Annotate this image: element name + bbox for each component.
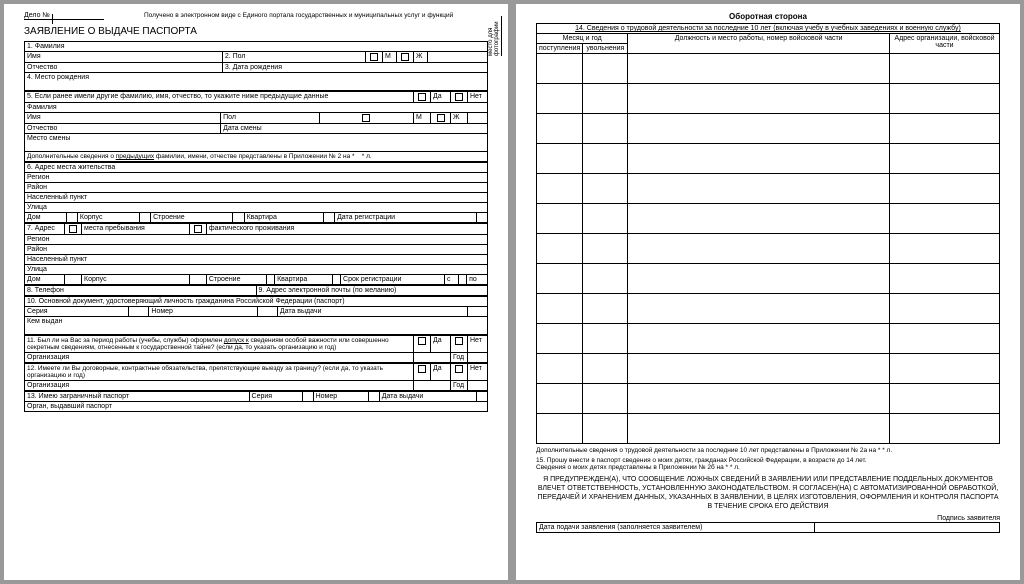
form-title: ЗАЯВЛЕНИЕ О ВЫДАЧЕ ПАСПОРТА — [24, 26, 488, 37]
addr6-datereg-label: Дата регистрации — [335, 213, 477, 223]
addr6-rayon[interactable]: Район — [25, 183, 488, 193]
addr6-kv[interactable] — [323, 213, 334, 223]
addr7-street[interactable]: Улица — [25, 265, 488, 275]
sec11-label: 11. Был ли на Вас за период работы (учеб… — [25, 336, 414, 353]
col-monthyear: Месяц и год — [537, 34, 628, 44]
eportal-note: Получено в электронном виде с Единого по… — [144, 12, 453, 20]
prev-sex-label: Пол — [221, 113, 320, 124]
page-1-front: место для фотографии Дело № Получено в э… — [4, 4, 508, 580]
sec12-label: 12. Имеете ли Вы договорные, контрактные… — [25, 364, 414, 381]
addr7-rayon[interactable]: Район — [25, 245, 488, 255]
sex-m-checkbox[interactable] — [366, 52, 383, 63]
field-birthplace[interactable]: 4. Место рождения — [25, 73, 488, 91]
sex-f-checkbox[interactable] — [397, 52, 414, 63]
email-label[interactable]: 9. Адрес электронной почты (по желанию) — [256, 286, 488, 296]
section-11: 11. Был ли на Вас за период работы (учеб… — [24, 335, 488, 363]
warning-declaration: Я ПРЕДУПРЕЖДЕН(А), ЧТО СООБЩЕНИЕ ЛОЖНЫХ … — [536, 475, 1000, 511]
section-5-table: 5. Если ранее имели другие фамилию, имя,… — [24, 91, 488, 162]
prev-sex-m-label: М — [414, 113, 431, 124]
issuing-organ[interactable]: Орган, выдавший паспорт — [25, 402, 488, 412]
sec14-label: 14. Сведения о трудовой деятельности за … — [537, 24, 1000, 34]
sec7-stay-box[interactable] — [65, 224, 82, 235]
sex-m-label: М — [383, 52, 397, 63]
page-2-back: Оборотная сторона 14. Сведения о трудово… — [516, 4, 1020, 580]
date-sub-label: Дата подачи заявления (заполняется заяви… — [537, 523, 815, 533]
addr7-town[interactable]: Населенный пункт — [25, 255, 488, 265]
sec15b-label: Сведения о моих детях представлены в При… — [536, 464, 1000, 471]
section-8-9: 8. Телефон 9. Адрес электронной почты (п… — [24, 285, 488, 296]
field-surname[interactable]: 1. Фамилия — [25, 42, 488, 52]
signature-label: Подпись заявителя — [536, 515, 1000, 522]
field-dob[interactable]: 3. Дата рождения — [222, 63, 487, 73]
field-firstname[interactable]: Имя — [25, 52, 223, 63]
prev-patronymic[interactable]: Отчество — [25, 124, 221, 134]
text-cursor — [52, 14, 53, 24]
sec5-extra: Дополнительные сведения о предыдущих фам… — [25, 152, 488, 162]
col-start: поступления — [537, 44, 583, 54]
sec15-label: 15. Прошу внести в паспорт сведения о мо… — [536, 457, 1000, 464]
sec7-actual-label: фактического проживания — [206, 224, 487, 235]
section-13: 13. Имею заграничный паспорт Серия Номер… — [24, 391, 488, 412]
section-12: 12. Имеете ли Вы договорные, контрактные… — [24, 363, 488, 391]
prev-sex-f-box[interactable] — [431, 113, 451, 124]
addr6-region[interactable]: Регион — [25, 173, 488, 183]
issued-by[interactable]: Кем выдан — [25, 317, 488, 335]
prev-surname[interactable]: Фамилия — [25, 103, 488, 113]
prev-sex-f-label: Ж — [451, 113, 468, 124]
srok-label: Срок регистрации — [341, 275, 445, 285]
field-patronymic[interactable]: Отчество — [25, 63, 223, 73]
addr6-street[interactable]: Улица — [25, 203, 488, 213]
addr6-str[interactable] — [233, 213, 244, 223]
sec5-no-box[interactable] — [451, 92, 468, 103]
sec5-no-label: Нет — [468, 92, 488, 103]
addr6-korp-label: Корпус — [77, 213, 139, 223]
sec10-label: 10. Основной документ, удостоверяющий ли… — [25, 297, 488, 307]
prev-name[interactable]: Имя — [25, 113, 221, 124]
prev-sex-m-box[interactable] — [319, 113, 413, 124]
addr6-town[interactable]: Населенный пункт — [25, 193, 488, 203]
sec14-extra: Дополнительные сведения о трудовой деяте… — [536, 447, 1000, 454]
date-changed[interactable]: Дата смены — [221, 124, 488, 134]
sex-f-label: Ж — [414, 52, 428, 63]
addr6-korp[interactable] — [139, 213, 150, 223]
col-address: Адрес организации, войсковой части — [890, 34, 1000, 54]
phone-label[interactable]: 8. Телефон — [25, 286, 257, 296]
addr6-str-label: Строение — [151, 213, 233, 223]
section-7-address: 7. Адрес места пребывания фактического п… — [24, 223, 488, 285]
sec5-yes-label: Да — [431, 92, 451, 103]
col-end: увольнения — [583, 44, 628, 54]
submission-date: Дата подачи заявления (заполняется заяви… — [536, 522, 1000, 533]
sec5-yes-box[interactable] — [414, 92, 431, 103]
main-form-table: 1. Фамилия Имя 2. Пол М Ж Отчество 3. Да… — [24, 41, 488, 91]
field-sex-label: 2. Пол — [222, 52, 365, 63]
section-10-passport: 10. Основной документ, удостоверяющий ли… — [24, 296, 488, 335]
sec6-label: 6. Адрес места жительства — [25, 163, 488, 173]
addr6-kv-label: Квартира — [244, 213, 323, 223]
addr7-region[interactable]: Регион — [25, 235, 488, 245]
sec7-stay-label: места пребывания — [82, 224, 190, 235]
addr6-house-label: Дом — [25, 213, 67, 223]
col-position: Должность и место работы, номер войсково… — [628, 34, 890, 54]
sec7-actual-box[interactable] — [189, 224, 206, 235]
addr6-house[interactable] — [66, 213, 77, 223]
date-sub-field[interactable] — [814, 523, 999, 533]
sec13-label: 13. Имею заграничный паспорт — [25, 392, 250, 402]
back-title: Оборотная сторона — [536, 12, 1000, 21]
dossier-number-label: Дело № — [24, 12, 104, 20]
photo-placeholder-label: место для фотографии — [488, 16, 502, 56]
addr6-datereg[interactable] — [476, 213, 487, 223]
work-history-table: 14. Сведения о трудовой деятельности за … — [536, 23, 1000, 444]
place-changed[interactable]: Место смены — [25, 134, 488, 152]
sec5-label: 5. Если ранее имели другие фамилию, имя,… — [25, 92, 414, 103]
section-6-address: 6. Адрес места жительства Регион Район Н… — [24, 162, 488, 223]
sec7-label: 7. Адрес — [25, 224, 65, 235]
